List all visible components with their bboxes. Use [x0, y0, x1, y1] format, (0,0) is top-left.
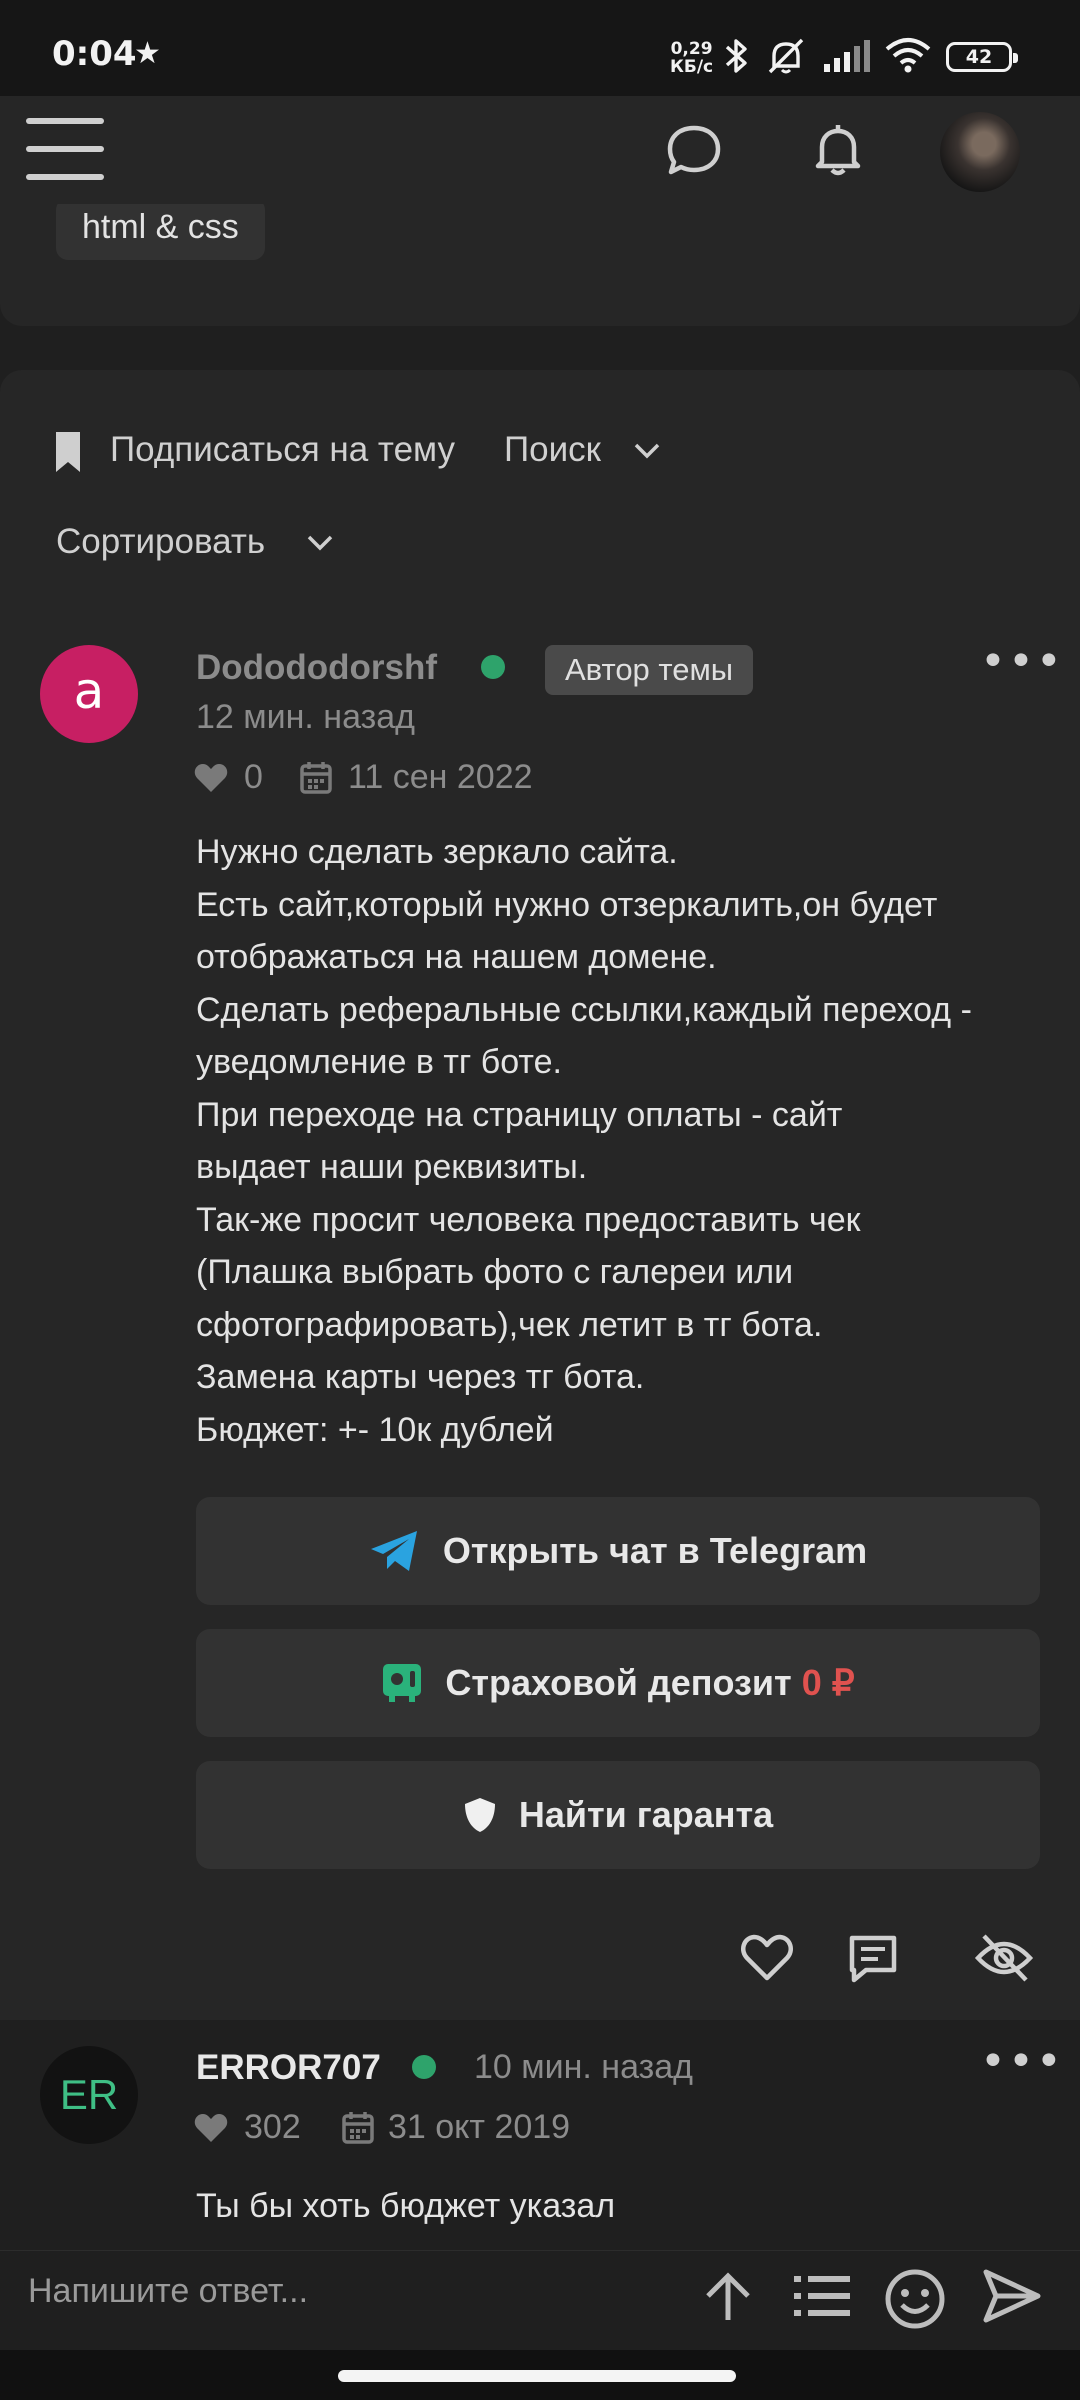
topic-tag[interactable]: html & css — [56, 198, 265, 260]
find-guarantor-button[interactable]: Найти гаранта — [196, 1761, 1040, 1869]
safe-icon — [383, 1664, 422, 1702]
post-time: 12 мин. назад — [196, 698, 415, 736]
wifi-icon — [885, 38, 931, 73]
mute-icon — [768, 38, 804, 74]
network-speed: 0,29 КБ/с — [670, 39, 714, 77]
emoji-icon[interactable] — [884, 2268, 946, 2330]
telegram-icon — [370, 1531, 417, 1571]
subscribe-button[interactable]: Подписаться на тему — [110, 430, 455, 470]
open-telegram-button[interactable]: Открыть чат в Telegram — [196, 1497, 1040, 1605]
online-status-dot — [481, 655, 505, 679]
post-more-menu[interactable]: ••• — [980, 636, 1064, 687]
like-icon[interactable] — [740, 1932, 794, 1982]
calendar-icon — [342, 2112, 374, 2144]
status-time: 0:04 — [52, 34, 137, 74]
battery-indicator: 42 — [946, 42, 1018, 72]
notifications-icon[interactable] — [808, 120, 868, 180]
app-header — [0, 96, 1080, 204]
sort-dropdown[interactable]: Сортировать — [56, 522, 265, 562]
reply-body: Ты бы хоть бюджет указал — [196, 2187, 616, 2225]
star-icon: ★ — [134, 36, 161, 71]
chevron-down-icon[interactable] — [305, 532, 335, 554]
reply-likes-count: 302 — [244, 2108, 301, 2146]
insurance-deposit-button[interactable]: Страховой депозит 0 ₽ — [196, 1629, 1040, 1737]
search-dropdown[interactable]: Поиск — [504, 430, 601, 470]
calendar-icon — [300, 762, 332, 794]
author-badge: Автор темы — [545, 645, 754, 695]
status-bar: 0:04 ★ 0,29 КБ/с 42 — [0, 0, 1080, 96]
post-body: Нужно сделать зеркало сайта. Есть сайт,к… — [196, 833, 972, 1449]
heart-icon — [194, 2114, 228, 2142]
reply-input[interactable]: Напишите ответ... — [28, 2272, 648, 2311]
post-author-avatar[interactable]: a — [40, 645, 138, 743]
user-avatar[interactable] — [940, 112, 1020, 192]
signal-icon — [824, 40, 870, 72]
reply-author-avatar[interactable]: ER — [40, 2046, 138, 2144]
reply-join-date: 31 окт 2019 — [388, 2108, 571, 2146]
chevron-down-icon[interactable] — [632, 440, 662, 462]
post-likes-count: 0 — [244, 758, 263, 796]
messages-icon[interactable] — [664, 120, 724, 180]
list-icon[interactable] — [792, 2268, 852, 2324]
post-join-date: 11 сен 2022 — [348, 758, 533, 796]
heart-icon — [194, 764, 228, 792]
bluetooth-icon — [725, 39, 747, 73]
deposit-amount: 0 ₽ — [801, 1662, 855, 1703]
reply-more-menu[interactable]: ••• — [980, 2036, 1064, 2087]
post-author-name[interactable]: Dodododorshf — [196, 648, 437, 688]
send-icon[interactable] — [982, 2268, 1042, 2324]
shield-icon — [464, 1798, 495, 1832]
home-gesture-bar[interactable] — [338, 2370, 736, 2382]
arrow-up-icon[interactable] — [700, 2268, 756, 2324]
quote-reply-icon[interactable] — [846, 1932, 900, 1984]
reply-author-name[interactable]: ERROR707 — [196, 2048, 381, 2088]
menu-icon[interactable] — [26, 118, 106, 182]
online-status-dot — [412, 2055, 436, 2079]
bookmark-icon — [56, 432, 80, 472]
hide-eye-icon[interactable] — [974, 1932, 1034, 1984]
reply-time: 10 мин. назад — [474, 2048, 693, 2086]
